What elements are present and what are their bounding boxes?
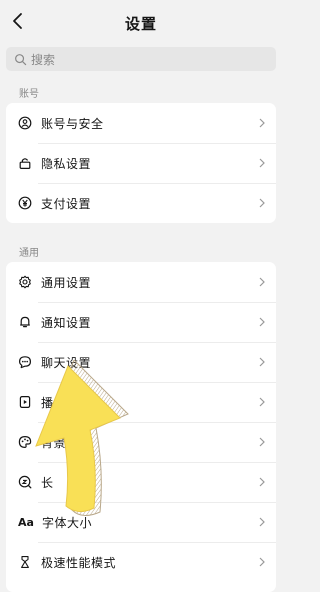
chevron-right-icon bbox=[259, 437, 265, 447]
list-item-label: 字体大小 bbox=[42, 515, 93, 530]
list-item-font-size[interactable]: Aa 字体大小 bbox=[6, 502, 276, 542]
general-card: 通用设置 通知设置 聊天设置 播 背景 长 Aa 字体大小 极速性能模式 bbox=[6, 262, 276, 592]
list-item-label: 隐私设置 bbox=[41, 156, 92, 171]
list-item-label: 支付设置 bbox=[41, 196, 92, 211]
list-item-label: 通用设置 bbox=[41, 275, 92, 290]
chevron-right-icon bbox=[259, 517, 265, 527]
chat-bubble-icon bbox=[18, 355, 32, 369]
header-bar: 设置 bbox=[0, 0, 282, 44]
chevron-right-icon bbox=[259, 158, 265, 168]
chevron-right-icon bbox=[259, 118, 265, 128]
list-item-chat-settings[interactable]: 聊天设置 bbox=[6, 342, 276, 382]
list-item-playback[interactable]: 播 bbox=[6, 382, 276, 422]
list-item-speed-mode[interactable]: 极速性能模式 bbox=[6, 542, 276, 582]
chevron-right-icon bbox=[259, 357, 265, 367]
section-label-account: 账号 bbox=[19, 89, 39, 100]
list-item-label: 播 bbox=[41, 395, 54, 410]
palette-icon bbox=[18, 435, 32, 449]
play-icon bbox=[18, 395, 32, 409]
chevron-right-icon bbox=[259, 317, 265, 327]
speed-mode-icon bbox=[18, 555, 32, 569]
list-item-background[interactable]: 背景 bbox=[6, 422, 276, 462]
yuan-icon bbox=[18, 196, 32, 210]
search-icon bbox=[15, 53, 27, 65]
list-item-label: 极速性能模式 bbox=[41, 555, 117, 570]
list-item-account-security[interactable]: 账号与安全 bbox=[6, 103, 276, 143]
list-item-payment[interactable]: 支付设置 bbox=[6, 183, 276, 223]
section-label-general: 通用 bbox=[19, 248, 39, 259]
list-item-notification-settings[interactable]: 通知设置 bbox=[6, 302, 276, 342]
list-item-label: 账号与安全 bbox=[41, 116, 104, 131]
list-item-general-settings[interactable]: 通用设置 bbox=[6, 262, 276, 302]
bell-icon bbox=[18, 315, 32, 329]
list-item-label: 长 bbox=[41, 475, 54, 490]
lock-icon bbox=[18, 156, 32, 170]
chevron-right-icon bbox=[259, 557, 265, 567]
font-size-icon: Aa bbox=[18, 515, 34, 529]
page-title: 设置 bbox=[124, 15, 157, 33]
chevron-right-icon bbox=[259, 397, 265, 407]
chevron-right-icon bbox=[259, 198, 265, 208]
chevron-right-icon bbox=[259, 477, 265, 487]
chevron-right-icon bbox=[259, 277, 265, 287]
search-placeholder: 搜索 bbox=[31, 52, 56, 67]
account-card: 账号与安全 隐私设置 支付设置 bbox=[6, 103, 276, 223]
magnifier-icon bbox=[18, 475, 32, 489]
list-item-label: 通知设置 bbox=[41, 315, 92, 330]
list-item-privacy[interactable]: 隐私设置 bbox=[6, 143, 276, 183]
list-item-long-press[interactable]: 长 bbox=[6, 462, 276, 502]
account-security-icon bbox=[18, 116, 32, 130]
list-item-label: 聊天设置 bbox=[41, 355, 92, 370]
search-bar[interactable]: 搜索 bbox=[6, 47, 276, 71]
list-item-label: 背景 bbox=[41, 435, 67, 450]
gear-icon bbox=[18, 275, 32, 289]
